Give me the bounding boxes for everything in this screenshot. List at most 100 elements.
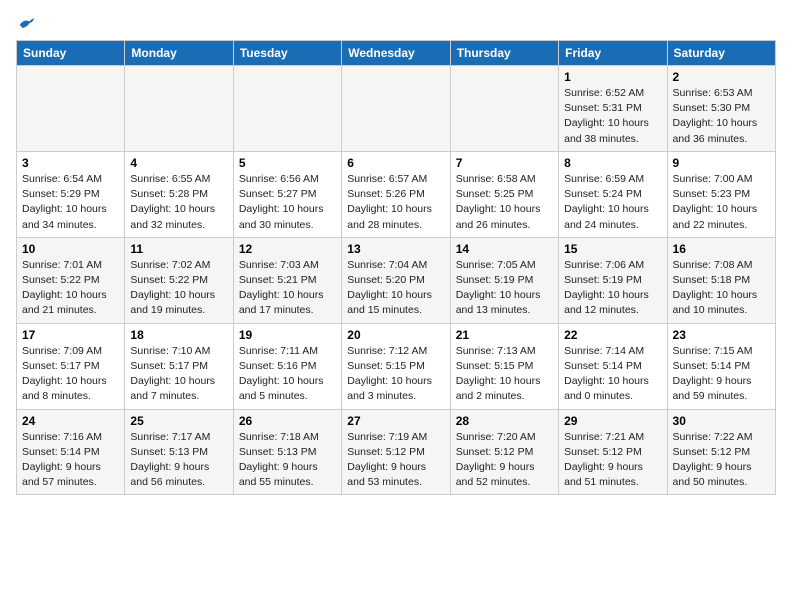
calendar-cell: 25Sunrise: 7:17 AMSunset: 5:13 PMDayligh… <box>125 409 233 495</box>
weekday-header-thursday: Thursday <box>450 41 558 66</box>
calendar-cell: 17 Sunrise: 7:09 AMSunset: 5:17 PMDayligh… <box>17 323 125 409</box>
day-number: 17 <box>22 328 119 342</box>
calendar-cell: 5 Sunrise: 6:56 AMSunset: 5:27 PMDaylight… <box>233 151 341 237</box>
day-info: Sunrise: 7:09 AMSunset: 5:17 PMDaylight:… <box>22 344 119 405</box>
calendar-cell: 8 Sunrise: 6:59 AMSunset: 5:24 PMDaylight… <box>559 151 667 237</box>
day-info: Sunrise: 7:11 AMSunset: 5:16 PMDaylight:… <box>239 344 336 405</box>
day-info: Sunrise: 7:17 AMSunset: 5:13 PMDaylight:… <box>130 430 227 491</box>
day-info: Sunrise: 7:01 AMSunset: 5:22 PMDaylight:… <box>22 258 119 319</box>
calendar-cell: 6 Sunrise: 6:57 AMSunset: 5:26 PMDaylight… <box>342 151 450 237</box>
day-number: 27 <box>347 414 444 428</box>
calendar-cell <box>17 66 125 152</box>
calendar-cell: 22Sunrise: 7:14 AMSunset: 5:14 PMDayligh… <box>559 323 667 409</box>
day-number: 9 <box>673 156 770 170</box>
weekday-header-saturday: Saturday <box>667 41 775 66</box>
calendar-cell: 27Sunrise: 7:19 AMSunset: 5:12 PMDayligh… <box>342 409 450 495</box>
day-info: Sunrise: 7:04 AMSunset: 5:20 PMDaylight:… <box>347 258 444 319</box>
calendar-cell <box>342 66 450 152</box>
day-info: Sunrise: 7:15 AMSunset: 5:14 PMDaylight:… <box>673 344 770 405</box>
day-info: Sunrise: 6:56 AMSunset: 5:27 PMDaylight:… <box>239 172 336 233</box>
calendar-cell: 9 Sunrise: 7:00 AMSunset: 5:23 PMDaylight… <box>667 151 775 237</box>
day-info: Sunrise: 6:58 AMSunset: 5:25 PMDaylight:… <box>456 172 553 233</box>
day-number: 29 <box>564 414 661 428</box>
calendar-cell: 19 Sunrise: 7:11 AMSunset: 5:16 PMDayligh… <box>233 323 341 409</box>
weekday-header-sunday: Sunday <box>17 41 125 66</box>
day-number: 14 <box>456 242 553 256</box>
day-info: Sunrise: 7:00 AMSunset: 5:23 PMDaylight:… <box>673 172 770 233</box>
day-number: 16 <box>673 242 770 256</box>
day-info: Sunrise: 7:22 AMSunset: 5:12 PMDaylight:… <box>673 430 770 491</box>
calendar-cell: 21 Sunrise: 7:13 AMSunset: 5:15 PMDayligh… <box>450 323 558 409</box>
calendar-cell: 10Sunrise: 7:01 AMSunset: 5:22 PMDayligh… <box>17 237 125 323</box>
calendar-cell: 12 Sunrise: 7:03 AMSunset: 5:21 PMDayligh… <box>233 237 341 323</box>
calendar-cell: 4 Sunrise: 6:55 AMSunset: 5:28 PMDaylight… <box>125 151 233 237</box>
calendar-cell: 11 Sunrise: 7:02 AMSunset: 5:22 PMDayligh… <box>125 237 233 323</box>
day-info: Sunrise: 6:54 AMSunset: 5:29 PMDaylight:… <box>22 172 119 233</box>
calendar-cell: 29 Sunrise: 7:21 AMSunset: 5:12 PMDayligh… <box>559 409 667 495</box>
day-number: 4 <box>130 156 227 170</box>
day-number: 19 <box>239 328 336 342</box>
day-number: 13 <box>347 242 444 256</box>
day-number: 30 <box>673 414 770 428</box>
day-number: 12 <box>239 242 336 256</box>
day-number: 5 <box>239 156 336 170</box>
day-info: Sunrise: 7:12 AMSunset: 5:15 PMDaylight:… <box>347 344 444 405</box>
day-number: 28 <box>456 414 553 428</box>
day-info: Sunrise: 7:05 AMSunset: 5:19 PMDaylight:… <box>456 258 553 319</box>
day-info: Sunrise: 7:13 AMSunset: 5:15 PMDaylight:… <box>456 344 553 405</box>
calendar-cell: 26 Sunrise: 7:18 AMSunset: 5:13 PMDayligh… <box>233 409 341 495</box>
day-number: 23 <box>673 328 770 342</box>
calendar-cell: 13 Sunrise: 7:04 AMSunset: 5:20 PMDayligh… <box>342 237 450 323</box>
calendar-cell: 2 Sunrise: 6:53 AMSunset: 5:30 PMDaylight… <box>667 66 775 152</box>
calendar-cell: 24 Sunrise: 7:16 AMSunset: 5:14 PMDayligh… <box>17 409 125 495</box>
header <box>16 16 776 32</box>
calendar-cell: 1 Sunrise: 6:52 AMSunset: 5:31 PMDaylight… <box>559 66 667 152</box>
day-info: Sunrise: 7:10 AMSunset: 5:17 PMDaylight:… <box>130 344 227 405</box>
calendar-cell: 3 Sunrise: 6:54 AMSunset: 5:29 PMDaylight… <box>17 151 125 237</box>
calendar-cell: 16 Sunrise: 7:08 AMSunset: 5:18 PMDayligh… <box>667 237 775 323</box>
calendar-cell <box>125 66 233 152</box>
day-info: Sunrise: 6:53 AMSunset: 5:30 PMDaylight:… <box>673 86 770 147</box>
day-number: 26 <box>239 414 336 428</box>
day-info: Sunrise: 7:14 AMSunset: 5:14 PMDaylight:… <box>564 344 661 405</box>
calendar-cell: 7 Sunrise: 6:58 AMSunset: 5:25 PMDaylight… <box>450 151 558 237</box>
weekday-header-friday: Friday <box>559 41 667 66</box>
calendar-cell: 20 Sunrise: 7:12 AMSunset: 5:15 PMDayligh… <box>342 323 450 409</box>
day-info: Sunrise: 7:03 AMSunset: 5:21 PMDaylight:… <box>239 258 336 319</box>
weekday-header-monday: Monday <box>125 41 233 66</box>
day-info: Sunrise: 7:08 AMSunset: 5:18 PMDaylight:… <box>673 258 770 319</box>
calendar-cell: 30 Sunrise: 7:22 AMSunset: 5:12 PMDayligh… <box>667 409 775 495</box>
day-info: Sunrise: 6:52 AMSunset: 5:31 PMDaylight:… <box>564 86 661 147</box>
day-number: 6 <box>347 156 444 170</box>
calendar-cell: 18 Sunrise: 7:10 AMSunset: 5:17 PMDayligh… <box>125 323 233 409</box>
day-number: 7 <box>456 156 553 170</box>
calendar-cell: 23 Sunrise: 7:15 AMSunset: 5:14 PMDayligh… <box>667 323 775 409</box>
weekday-header-tuesday: Tuesday <box>233 41 341 66</box>
day-number: 8 <box>564 156 661 170</box>
day-number: 18 <box>130 328 227 342</box>
day-info: Sunrise: 6:55 AMSunset: 5:28 PMDaylight:… <box>130 172 227 233</box>
calendar-cell: 28Sunrise: 7:20 AMSunset: 5:12 PMDayligh… <box>450 409 558 495</box>
day-info: Sunrise: 7:21 AMSunset: 5:12 PMDaylight:… <box>564 430 661 491</box>
day-number: 1 <box>564 70 661 84</box>
day-info: Sunrise: 7:02 AMSunset: 5:22 PMDaylight:… <box>130 258 227 319</box>
logo-bird-icon <box>18 16 36 32</box>
day-number: 2 <box>673 70 770 84</box>
day-number: 11 <box>130 242 227 256</box>
calendar-cell <box>233 66 341 152</box>
day-info: Sunrise: 6:57 AMSunset: 5:26 PMDaylight:… <box>347 172 444 233</box>
day-number: 20 <box>347 328 444 342</box>
calendar-cell <box>450 66 558 152</box>
day-info: Sunrise: 7:06 AMSunset: 5:19 PMDaylight:… <box>564 258 661 319</box>
day-number: 24 <box>22 414 119 428</box>
day-number: 15 <box>564 242 661 256</box>
day-number: 21 <box>456 328 553 342</box>
day-info: Sunrise: 7:16 AMSunset: 5:14 PMDaylight:… <box>22 430 119 491</box>
calendar-cell: 15 Sunrise: 7:06 AMSunset: 5:19 PMDayligh… <box>559 237 667 323</box>
weekday-header-wednesday: Wednesday <box>342 41 450 66</box>
day-info: Sunrise: 6:59 AMSunset: 5:24 PMDaylight:… <box>564 172 661 233</box>
day-number: 3 <box>22 156 119 170</box>
day-info: Sunrise: 7:18 AMSunset: 5:13 PMDaylight:… <box>239 430 336 491</box>
calendar-table: SundayMondayTuesdayWednesdayThursdayFrid… <box>16 40 776 495</box>
calendar-cell: 14 Sunrise: 7:05 AMSunset: 5:19 PMDayligh… <box>450 237 558 323</box>
